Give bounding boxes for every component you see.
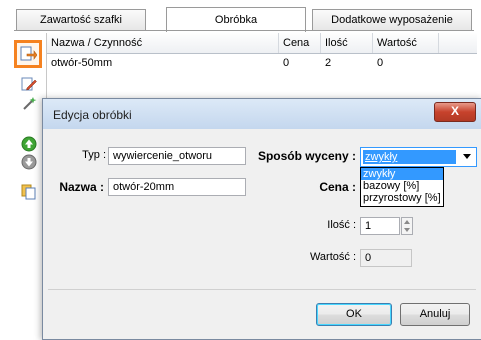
option-zwykly[interactable]: zwykły — [361, 168, 443, 180]
cancel-button[interactable]: Anuluj — [400, 303, 470, 326]
add-item-icon — [20, 46, 37, 61]
tab-strip-border — [14, 30, 474, 31]
column-header-name[interactable]: Nazwa / Czynność — [47, 33, 279, 53]
dialog-separator — [48, 289, 476, 290]
table-header: Nazwa / Czynność Cena Ilość Wartość — [47, 33, 477, 54]
sposob-wyceny-selected: zwykły — [363, 150, 456, 164]
spin-up-icon[interactable] — [402, 218, 412, 226]
sposob-wyceny-label: Sposób wyceny : — [257, 149, 356, 163]
column-header-value[interactable]: Wartość — [373, 33, 439, 53]
side-toolbar — [14, 33, 44, 338]
dialog-body: Typ : wywiercenie_otworu Nazwa : otwór-2… — [48, 129, 477, 332]
typ-field[interactable]: wywiercenie_otworu — [108, 147, 246, 165]
copy-icon — [21, 184, 36, 200]
dialog-titlebar[interactable]: Edycja obróbki X — [43, 99, 481, 129]
ilosc-field[interactable]: 1 — [360, 217, 400, 235]
edit-button[interactable] — [19, 74, 39, 94]
close-icon: X — [450, 104, 459, 118]
cell-value: 0 — [377, 57, 384, 69]
cell-price: 0 — [283, 57, 290, 69]
add-item-button[interactable] — [14, 40, 42, 68]
move-up-button[interactable] — [19, 134, 39, 154]
dialog-title: Edycja obróbki — [53, 108, 132, 122]
column-header-quantity[interactable]: Ilość — [321, 33, 373, 53]
move-down-button[interactable] — [19, 152, 39, 172]
tab-obrobka[interactable]: Obróbka — [166, 7, 306, 32]
chevron-down-icon[interactable] — [463, 154, 471, 159]
column-header-price[interactable]: Cena — [279, 33, 321, 53]
wartosc-label: Wartość : — [309, 251, 356, 263]
copy-button[interactable] — [19, 182, 39, 202]
tab-dodatkowe-wyposazenie[interactable]: Dodatkowe wyposażenie — [312, 9, 472, 30]
move-down-icon — [21, 154, 37, 170]
ilosc-spinner[interactable] — [401, 217, 413, 235]
typ-label: Typ : — [82, 149, 106, 161]
nazwa-field[interactable]: otwór-20mm — [108, 178, 246, 196]
magic-wand-icon — [23, 97, 37, 110]
close-button[interactable]: X — [434, 102, 476, 122]
edit-icon — [21, 77, 37, 91]
tab-zawartosc-szafki[interactable]: Zawartość szafki — [16, 9, 146, 30]
nazwa-label: Nazwa : — [59, 180, 104, 194]
edit-operation-dialog: Edycja obróbki X Typ : wywiercenie_otwor… — [42, 98, 481, 340]
option-bazowy[interactable]: bazowy [%] — [361, 180, 443, 192]
spin-down-icon[interactable] — [402, 226, 412, 234]
move-up-icon — [21, 136, 37, 152]
ilosc-label: Ilość : — [327, 219, 356, 231]
wartosc-field: 0 — [360, 249, 412, 267]
cell-name: otwór-50mm — [51, 57, 113, 69]
option-przyrostowy[interactable]: przyrostowy [%] — [361, 192, 443, 204]
sposob-wyceny-select[interactable]: zwykły — [360, 147, 477, 167]
operations-table: Nazwa / Czynność Cena Ilość Wartość otwó… — [46, 33, 477, 103]
sposob-wyceny-dropdown: zwykły bazowy [%] przyrostowy [%] — [360, 167, 444, 207]
ok-button[interactable]: OK — [316, 303, 392, 326]
cena-label: Cena : — [319, 180, 356, 194]
cell-quantity: 2 — [325, 57, 332, 69]
magic-wand-button[interactable] — [19, 94, 39, 114]
